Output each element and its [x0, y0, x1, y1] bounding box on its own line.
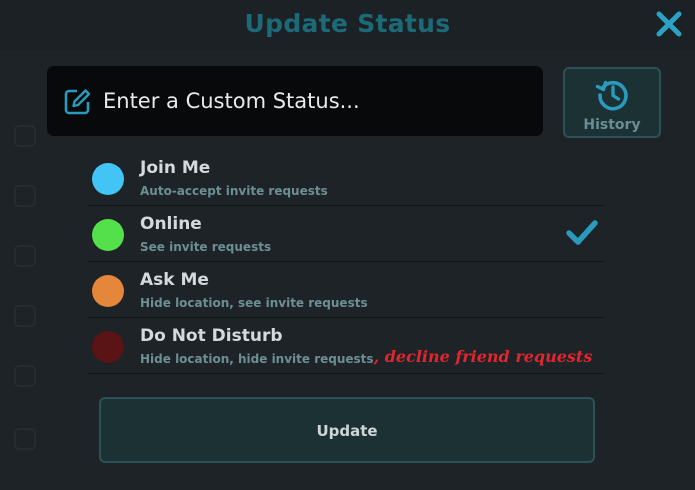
history-button-label: History: [583, 117, 641, 133]
check-icon: [566, 220, 598, 245]
status-label: Do Not Disturb: [140, 326, 283, 346]
status-label: Join Me: [140, 158, 211, 178]
background-decoration: [14, 428, 36, 450]
status-description: Auto-accept invite requests: [140, 184, 328, 198]
status-description: Hide location, hide invite requests, dec…: [140, 347, 593, 366]
status-list: Join Me Auto-accept invite requests Onli…: [88, 150, 605, 374]
status-dot-icon: [92, 331, 124, 363]
status-description-annotation: , decline friend requests: [373, 347, 593, 366]
background-decoration: [14, 305, 36, 327]
status-option-join-me[interactable]: Join Me Auto-accept invite requests: [88, 150, 605, 206]
status-description: See invite requests: [140, 240, 272, 254]
dialog-header: Update Status: [0, 0, 695, 50]
custom-status-field[interactable]: [47, 66, 543, 136]
background-decoration: [14, 125, 36, 147]
status-label: Online: [140, 214, 202, 234]
background-decoration: [14, 365, 36, 387]
background-decoration: [14, 245, 36, 267]
update-button-label: Update: [316, 422, 378, 440]
history-icon: [595, 80, 628, 111]
dialog-title: Update Status: [244, 9, 451, 38]
status-option-ask-me[interactable]: Ask Me Hide location, see invite request…: [88, 262, 605, 318]
custom-status-input[interactable]: [103, 84, 523, 118]
status-dot-icon: [92, 219, 124, 251]
status-option-do-not-disturb[interactable]: Do Not Disturb Hide location, hide invit…: [88, 318, 605, 374]
status-option-online[interactable]: Online See invite requests: [88, 206, 605, 262]
status-description: Hide location, see invite requests: [140, 296, 368, 310]
history-button[interactable]: History: [563, 67, 661, 138]
close-icon[interactable]: [655, 10, 683, 38]
update-button[interactable]: Update: [99, 397, 595, 463]
edit-icon: [64, 89, 91, 115]
status-dot-icon: [92, 163, 124, 195]
status-label: Ask Me: [140, 270, 209, 290]
status-dot-icon: [92, 275, 124, 307]
background-decoration: [14, 185, 36, 207]
